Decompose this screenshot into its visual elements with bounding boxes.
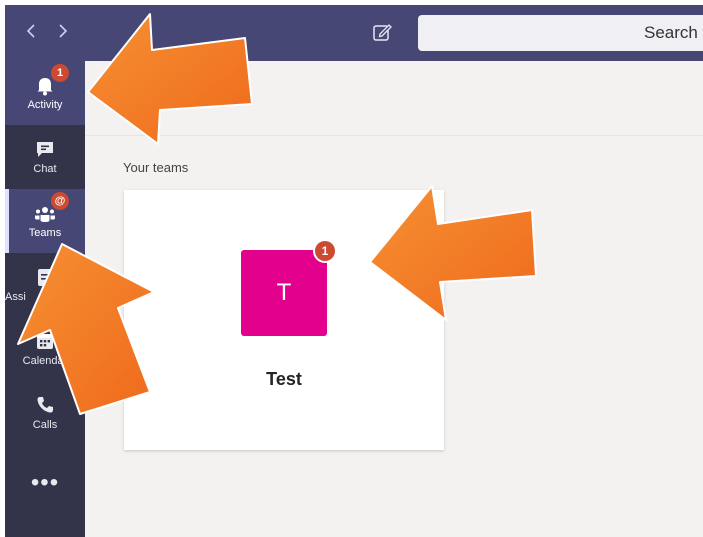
back-button[interactable] [21,19,41,43]
assignments-icon [38,269,52,286]
teams-window: Search f 1 Activity Chat @ Teams Assi Ca… [5,5,703,537]
rail-label-activity: Activity [27,99,63,111]
rail-label-calls: Calls [32,419,58,431]
activity-badge: 1 [51,64,69,82]
mention-badge: @ [51,192,69,210]
search-input[interactable]: Search f [418,15,703,51]
chat-icon [37,142,53,157]
search-placeholder: Search f [644,23,703,42]
rail-label-teams: Teams [28,227,62,239]
team-notification-badge: 1 [315,241,335,261]
phone-icon [37,397,53,413]
team-name: Test [266,369,302,389]
rail-label-calendar: Calendar [22,355,68,367]
chevron-right-icon [59,24,68,38]
title-bar: Search f [5,5,703,61]
app-bar: 1 Activity Chat @ Teams Assi Calendar Ca… [5,61,85,537]
team-avatar: T [241,250,327,336]
rail-item-assignments[interactable]: Assi [5,253,85,317]
team-card-test[interactable]: T 1 Test [124,190,444,450]
content-header [85,61,703,136]
rail-item-activity[interactable]: 1 Activity [5,61,85,125]
your-teams-heading: Your teams [123,160,189,175]
compose-button[interactable] [369,19,395,45]
forward-button[interactable] [53,19,73,43]
rail-item-calls[interactable]: Calls [5,381,85,445]
rail-item-calendar[interactable]: Calendar [5,317,85,381]
rail-item-teams[interactable]: @ Teams [5,189,85,253]
rail-item-chat[interactable]: Chat [5,125,85,189]
chevron-left-icon [26,24,35,38]
rail-label-assignments: Assi [5,291,26,303]
compose-icon [373,24,392,41]
rail-label-chat: Chat [33,163,57,175]
more-apps-button[interactable]: ••• [5,463,85,503]
calendar-icon [37,334,53,349]
